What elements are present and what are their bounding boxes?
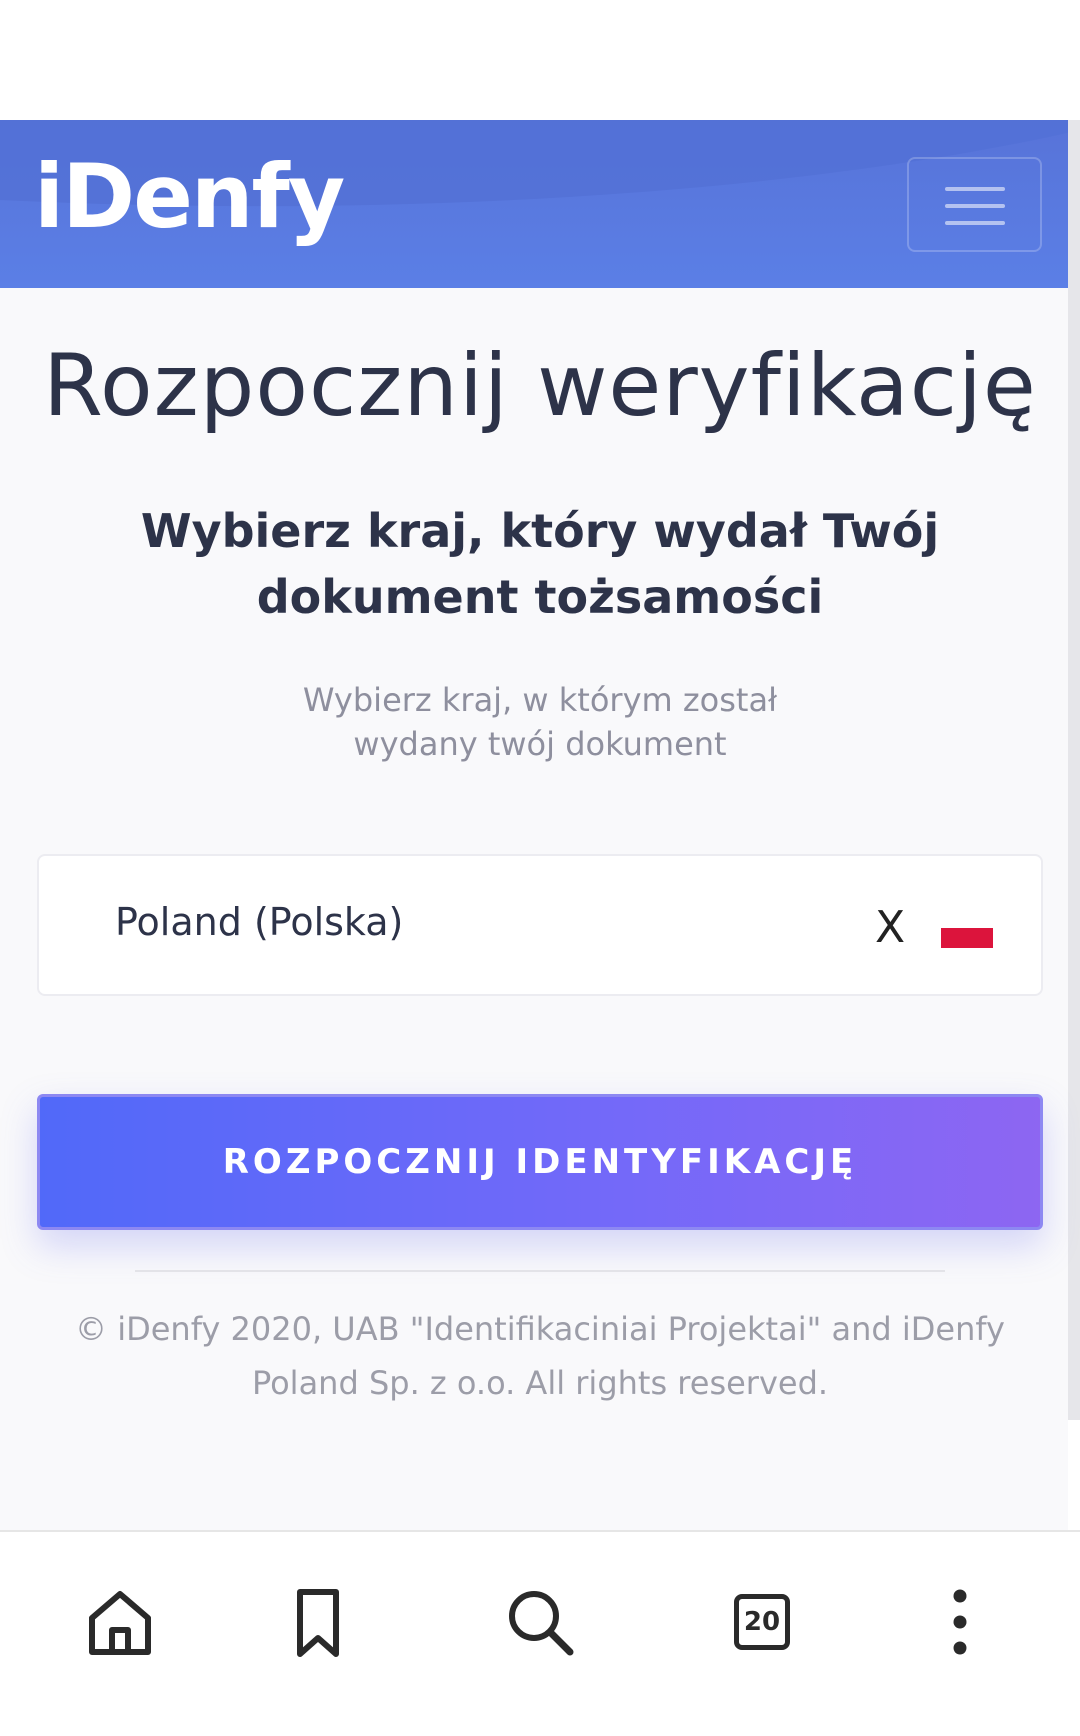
footer-divider (135, 1270, 945, 1272)
search-icon (509, 1591, 574, 1656)
tabs-icon: 20 (734, 1594, 790, 1650)
country-hint-text: Wybierz kraj, w którym został wydany twó… (302, 681, 778, 763)
site-header: iDenfy (0, 120, 1080, 288)
menu-toggle-button[interactable] (907, 157, 1042, 252)
start-identification-button[interactable]: ROZPOCZNIJ IDENTYFIKACJĘ (37, 1094, 1043, 1230)
home-button[interactable] (78, 1580, 162, 1664)
more-options-button[interactable] (918, 1580, 1002, 1664)
selected-country: Poland (Polska) (115, 900, 404, 944)
hamburger-icon-bar (945, 204, 1005, 208)
flag-white-stripe (941, 920, 993, 928)
copyright-text: © iDenfy 2020, UAB "Identifikaciniai Pro… (75, 1310, 1005, 1402)
page-title: Rozpocznij weryfikację (43, 336, 1037, 436)
flag-red-stripe (941, 928, 993, 948)
main-content: Rozpocznij weryfikację Wybierz kraj, któ… (0, 288, 1068, 1530)
hamburger-icon-bar (945, 221, 1005, 225)
search-button[interactable] (498, 1580, 582, 1664)
bookmark-button[interactable] (276, 1580, 360, 1664)
poland-flag-icon (941, 920, 993, 948)
tabs-button[interactable]: 20 (720, 1580, 804, 1664)
idenfy-logo[interactable]: iDenfy (34, 142, 345, 252)
page-subtitle: Wybierz kraj, który wydał Twój dokument … (140, 504, 940, 624)
more-vertical-icon (953, 1589, 967, 1655)
status-bar-area (0, 0, 1080, 120)
bookmark-icon (297, 1589, 339, 1657)
browser-bottom-nav: 20 (0, 1530, 1080, 1736)
clear-selection-button[interactable]: X (875, 902, 905, 953)
home-icon (89, 1591, 151, 1655)
country-select[interactable]: Poland (Polska) X (37, 854, 1043, 996)
hamburger-icon (945, 187, 1005, 191)
page-scrollbar[interactable] (1068, 120, 1080, 1420)
